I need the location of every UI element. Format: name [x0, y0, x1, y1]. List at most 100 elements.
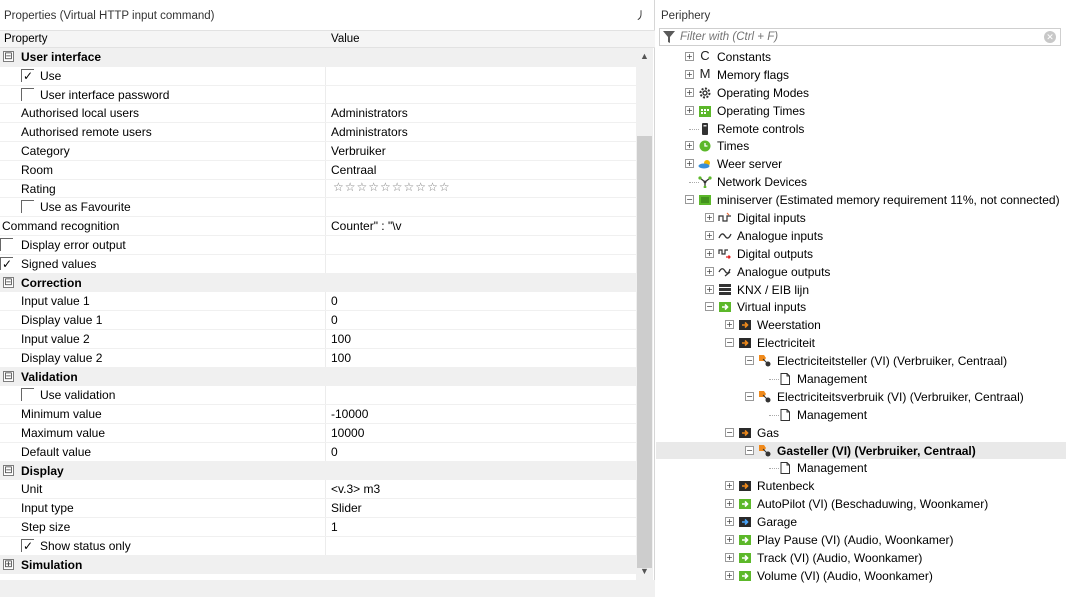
property-group-row[interactable]: ⊞ Simulation: [0, 555, 636, 575]
property-row[interactable]: Authorised local users Administrators: [0, 104, 636, 124]
tree-item[interactable]: + Weerstation: [656, 316, 1066, 334]
property-row[interactable]: Default value 0: [0, 442, 636, 462]
property-value[interactable]: -10000: [331, 407, 368, 421]
property-value[interactable]: 0: [331, 445, 338, 459]
tree-collapse-icon[interactable]: −: [685, 195, 694, 205]
collapse-group-icon[interactable]: ⊟: [3, 370, 14, 382]
tree-item[interactable]: − Electriciteit: [656, 334, 1066, 352]
property-value[interactable]: 100: [331, 332, 351, 346]
property-row[interactable]: Minimum value -10000: [0, 405, 636, 424]
property-row[interactable]: Unit <v.3> m3: [0, 480, 636, 500]
properties-horizontal-scrollbar[interactable]: [0, 580, 655, 597]
property-row[interactable]: Input value 2 100: [0, 329, 636, 349]
property-group-row[interactable]: ⊟ Display: [0, 461, 636, 481]
column-header-property[interactable]: Property: [4, 33, 47, 45]
clear-filter-icon[interactable]: ✕: [1044, 31, 1056, 43]
property-value[interactable]: Counter" : "\v: [331, 219, 402, 233]
property-checkbox[interactable]: ✓: [0, 256, 13, 270]
collapse-group-icon[interactable]: ⊟: [3, 464, 14, 476]
tree-item[interactable]: − Gasteller (VI) (Verbruiker, Centraal): [656, 441, 1066, 460]
tree-expand-icon[interactable]: +: [685, 69, 694, 79]
property-value[interactable]: 0: [331, 294, 338, 308]
tree-item[interactable]: Remote controls: [656, 120, 1066, 138]
property-value[interactable]: Centraal: [331, 163, 376, 177]
tree-collapse-icon[interactable]: −: [725, 427, 734, 437]
tree-item[interactable]: + C Constants: [656, 48, 1066, 66]
tree-item[interactable]: + Volume (VI) (Audio, Woonkamer): [656, 567, 1066, 585]
property-row[interactable]: Category Verbruiker: [0, 141, 636, 161]
tree-item[interactable]: Management: [656, 406, 1066, 424]
tree-expand-icon[interactable]: +: [725, 481, 734, 491]
property-group-row[interactable]: ⊟ User interface: [0, 48, 636, 67]
tree-item[interactable]: + Weer server: [656, 155, 1066, 173]
property-row[interactable]: Authorised remote users Administrators: [0, 123, 636, 142]
tree-expand-icon[interactable]: +: [685, 105, 694, 115]
tree-item[interactable]: + Garage: [656, 513, 1066, 531]
tree-expand-icon[interactable]: +: [725, 552, 734, 562]
pin-icon[interactable]: ⼃: [635, 0, 646, 32]
collapse-group-icon[interactable]: ⊟: [3, 276, 14, 288]
tree-item[interactable]: + M Memory flags: [656, 66, 1066, 84]
tree-expand-icon[interactable]: +: [725, 499, 734, 509]
property-value[interactable]: Administrators: [331, 125, 408, 139]
property-row[interactable]: Maximum value 10000: [0, 423, 636, 443]
property-row[interactable]: Command recognition Counter" : "\v: [0, 217, 636, 236]
tree-item[interactable]: + Rutenbeck: [656, 477, 1066, 495]
property-row[interactable]: Input type Slider: [0, 499, 636, 518]
property-group-row[interactable]: ⊟ Correction: [0, 273, 636, 293]
tree-expand-icon[interactable]: +: [725, 570, 734, 580]
tree-item[interactable]: + Operating Modes: [656, 84, 1066, 102]
tree-item[interactable]: + Analogue outputs: [656, 263, 1066, 281]
tree-collapse-icon[interactable]: −: [745, 391, 754, 401]
property-row[interactable]: Input value 1 0: [0, 292, 636, 312]
property-value[interactable]: Administrators: [331, 106, 408, 120]
tree-expand-icon[interactable]: +: [725, 535, 734, 545]
scroll-down-arrow-icon[interactable]: ▼: [636, 563, 653, 580]
tree-item[interactable]: Management: [656, 459, 1066, 477]
tree-item[interactable]: + KNX / EIB lijn: [656, 281, 1066, 299]
property-checkbox[interactable]: ✓: [21, 68, 34, 82]
property-value[interactable]: Verbruiker: [331, 144, 386, 158]
property-checkbox[interactable]: [21, 200, 34, 214]
tree-expand-icon[interactable]: +: [705, 284, 714, 294]
tree-expand-icon[interactable]: +: [705, 230, 714, 240]
property-row[interactable]: Use as Favourite: [0, 198, 636, 218]
tree-expand-icon[interactable]: +: [705, 266, 714, 276]
property-checkbox[interactable]: [21, 388, 34, 402]
tree-item[interactable]: − miniserver (Estimated memory requiremen…: [656, 191, 1066, 209]
tree-expand-icon[interactable]: +: [725, 517, 734, 527]
tree-expand-icon[interactable]: +: [685, 52, 694, 61]
properties-vertical-scrollbar[interactable]: ▲ ▼: [636, 48, 653, 580]
tree-item[interactable]: Network Devices: [656, 173, 1066, 191]
property-row[interactable]: Step size 1: [0, 517, 636, 537]
tree-expand-icon[interactable]: +: [705, 248, 714, 258]
tree-expand-icon[interactable]: +: [685, 159, 694, 169]
tree-item[interactable]: + Analogue inputs: [656, 227, 1066, 245]
tree-item[interactable]: + Operating Times: [656, 102, 1066, 120]
rating-stars-icon[interactable]: ☆☆☆☆☆☆☆☆☆☆: [333, 180, 451, 194]
tree-item[interactable]: + AutoPilot (VI) (Beschaduwing, Woonkamer…: [656, 495, 1066, 513]
tree-item[interactable]: + Digital inputs: [656, 209, 1066, 227]
property-row[interactable]: Room Centraal: [0, 160, 636, 180]
property-value[interactable]: Slider: [331, 501, 362, 515]
tree-item[interactable]: − Virtual inputs: [656, 298, 1066, 316]
tree-item[interactable]: − Electriciteitsteller (VI) (Verbruiker, …: [656, 352, 1066, 370]
tree-item[interactable]: + Digital outputs: [656, 245, 1066, 263]
property-row[interactable]: ✓ Show status only: [0, 536, 636, 556]
property-checkbox[interactable]: [0, 237, 13, 251]
property-row[interactable]: Rating ☆☆☆☆☆☆☆☆☆☆: [0, 179, 636, 199]
periphery-filter-input[interactable]: [680, 30, 1035, 44]
expand-group-icon[interactable]: ⊞: [3, 558, 14, 570]
property-checkbox[interactable]: [21, 87, 34, 101]
tree-expand-icon[interactable]: +: [705, 213, 714, 223]
tree-item[interactable]: − Electriciteitsverbruik (VI) (Verbruiker…: [656, 388, 1066, 406]
scroll-thumb[interactable]: [637, 136, 652, 568]
tree-item[interactable]: + Track (VI) (Audio, Woonkamer): [656, 549, 1066, 567]
property-row[interactable]: Use validation: [0, 386, 636, 406]
tree-collapse-icon[interactable]: −: [725, 338, 734, 348]
property-checkbox[interactable]: ✓: [21, 538, 34, 552]
tree-item[interactable]: + Times: [656, 137, 1066, 155]
tree-item[interactable]: + Play Pause (VI) (Audio, Woonkamer): [656, 531, 1066, 549]
tree-expand-icon[interactable]: +: [685, 87, 694, 97]
property-row[interactable]: Display value 1 0: [0, 311, 636, 330]
